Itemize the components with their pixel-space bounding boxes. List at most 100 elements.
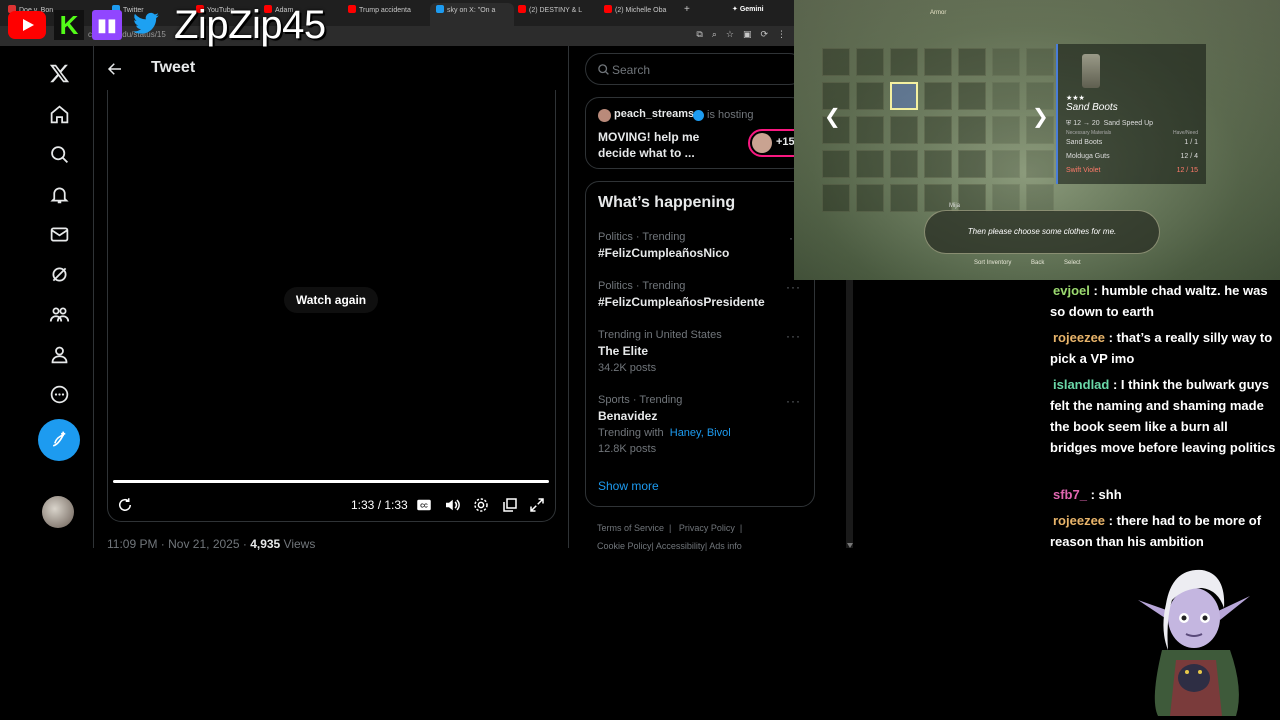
communities-icon[interactable]	[38, 297, 80, 331]
trend-item[interactable]: Politics · Trending #FelizCumpleañosPres…	[598, 280, 798, 309]
footer-links-row-2: Cookie Policy| Accessibility| Ads info	[597, 541, 742, 551]
column-divider	[93, 46, 94, 548]
trending-with-links[interactable]: Haney, Bivol	[670, 427, 731, 439]
chat-message: evjoel : humble chad waltz. he was so do…	[1050, 283, 1268, 319]
trend-name: Benavidez	[598, 409, 658, 423]
footer-link[interactable]: Ads info	[709, 541, 742, 551]
space-title: MOVING! help me decide what to ...	[598, 130, 700, 160]
replay-icon[interactable]	[116, 496, 134, 514]
trend-item[interactable]: Politics · Trending #FelizCumpleañosNico	[598, 231, 798, 260]
inventory-slot	[890, 184, 918, 212]
install-icon[interactable]: ⧉	[696, 29, 702, 40]
column-divider	[568, 46, 569, 548]
home-icon[interactable]	[38, 97, 80, 131]
twitter-bird-icon	[130, 10, 164, 40]
material-row: Swift Violet 12 / 15	[1066, 167, 1198, 174]
back-arrow-icon[interactable]	[106, 60, 124, 78]
account-avatar[interactable]	[42, 496, 74, 528]
chat-username: rojeezee	[1053, 513, 1106, 528]
bookmark-star-icon[interactable]: ☆	[726, 29, 734, 40]
post-button[interactable]	[38, 419, 80, 461]
trend-more-icon[interactable]: ···	[786, 394, 801, 408]
more-icon[interactable]	[38, 377, 80, 411]
messages-icon[interactable]	[38, 217, 80, 251]
inventory-slot	[1026, 48, 1054, 76]
chat-message: islandlad : I think the bulwark guys fel…	[1050, 377, 1276, 455]
video-time: 1:33 / 1:33	[351, 498, 408, 512]
trend-posts: 12.8K posts	[598, 443, 657, 455]
post-time[interactable]: 11:09 PM · Nov 21, 2025 ·	[107, 537, 250, 551]
inventory-slot	[856, 82, 884, 110]
notifications-icon[interactable]	[38, 177, 80, 211]
footer-link[interactable]: Terms of Service	[597, 523, 664, 533]
pip-icon[interactable]	[501, 496, 519, 514]
tab-favicon-icon	[436, 5, 444, 13]
grok-icon[interactable]	[38, 257, 80, 291]
footer-links: Terms of Service | Privacy Policy |	[597, 523, 743, 533]
footer-link[interactable]: Accessibility	[656, 541, 705, 551]
browser-tab[interactable]: (2) Michelle Oba	[604, 5, 678, 21]
settings-gear-icon[interactable]	[472, 496, 490, 514]
kick-logo-icon: K	[54, 10, 84, 40]
menu-icon[interactable]: ⋮	[777, 29, 786, 40]
item-stars: ★★★	[1066, 95, 1085, 102]
video-progress-bar[interactable]	[113, 480, 549, 483]
inventory-slot	[822, 184, 850, 212]
fullscreen-icon[interactable]	[528, 496, 546, 514]
new-tab-button[interactable]: +	[684, 4, 694, 20]
channel-name: ZipZip45	[174, 2, 326, 47]
explore-icon[interactable]	[38, 137, 80, 171]
trend-more-icon[interactable]: ···	[786, 280, 801, 294]
youtube-logo-icon	[8, 11, 46, 39]
chat-username: rojeezee	[1053, 330, 1106, 345]
browser-tab[interactable]: (2) DESTINY & L	[518, 5, 598, 21]
boots-icon	[1082, 54, 1100, 88]
inventory-slot	[822, 48, 850, 76]
footer-link[interactable]: Cookie Policy	[597, 541, 652, 551]
chevron-right-icon: ❯	[1032, 106, 1049, 128]
extension-icon[interactable]: ▣	[743, 29, 752, 40]
volume-icon[interactable]	[443, 496, 461, 514]
search-input[interactable]: Search	[585, 53, 805, 85]
materials-header: Necessary Materials Have/Need	[1066, 130, 1198, 136]
watch-again-button[interactable]: Watch again	[284, 287, 378, 313]
game-category-label: Armor	[930, 10, 947, 16]
trends-panel: What’s happening Politics · Trending #Fe…	[585, 181, 815, 507]
inventory-slot	[992, 184, 1020, 212]
views-count: 4,935	[250, 537, 281, 551]
gemini-icon: ✦	[732, 6, 740, 13]
inventory-slot	[958, 82, 986, 110]
trend-context: Sports · Trending	[598, 394, 683, 406]
page-scrollbar[interactable]	[846, 280, 853, 548]
sync-icon[interactable]: ⟳	[760, 29, 768, 40]
inventory-slot	[1026, 184, 1054, 212]
chat-username: evjoel	[1053, 283, 1090, 298]
x-logo-icon[interactable]	[38, 56, 80, 90]
spaces-host-card[interactable]: peach_streams is hosting MOVING! help me…	[585, 97, 808, 169]
trend-name: The Elite	[598, 344, 649, 358]
inventory-slot	[958, 184, 986, 212]
inventory-slot	[958, 150, 986, 178]
trending-with: Trending with Haney, Bivol	[598, 427, 731, 439]
footer-link[interactable]: Privacy Policy	[679, 523, 735, 533]
trend-item[interactable]: Trending in United States The Elite 34.2…	[598, 329, 798, 374]
zoom-icon[interactable]: ⌕	[712, 29, 717, 40]
chat-message: rojeezee : that’s a really silly way to …	[1050, 330, 1273, 366]
listener-count: +15	[776, 136, 795, 148]
host-name[interactable]: peach_streams	[614, 108, 694, 120]
search-placeholder: Search	[612, 63, 651, 77]
stream-overlay: K ▮▮ ZipZip45	[8, 3, 326, 47]
chat-text: shh	[1098, 487, 1122, 502]
browser-tab[interactable]: Trump accidenta	[348, 5, 426, 21]
captions-icon[interactable]: CC	[415, 496, 433, 514]
inventory-slot	[958, 48, 986, 76]
dialog-speaker: Mija	[949, 203, 961, 209]
listener-avatar	[752, 133, 772, 153]
trend-more-icon[interactable]: ···	[786, 329, 801, 343]
trend-item[interactable]: Sports · Trending Benavidez Trending wit…	[598, 394, 798, 455]
profile-icon[interactable]	[38, 337, 80, 371]
browser-tab-active[interactable]: sky on X: "On a	[430, 3, 514, 26]
show-more-link[interactable]: Show more	[598, 479, 659, 493]
browser-tab[interactable]: ✦ Gemini	[732, 5, 782, 21]
game-capture: Armor ❮ ❯ ★★★ Sand Boots ⛨ 12 → 20 Sand …	[794, 0, 1280, 280]
